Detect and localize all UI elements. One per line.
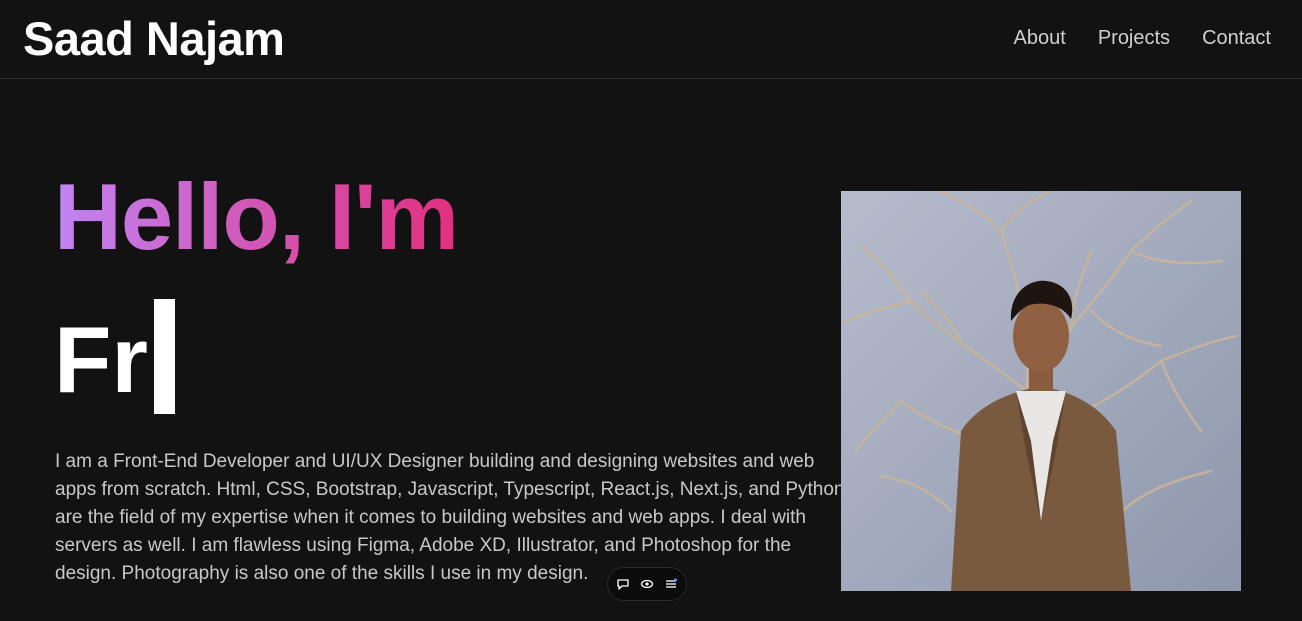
hero-greeting: Hello, I'm [54,162,459,272]
hero-bio: I am a Front-End Developer and UI/UX Des… [55,451,845,584]
nav-link-contact[interactable]: Contact [1202,24,1271,52]
eye-icon[interactable] [640,577,654,591]
hero-typing-text: Fr [54,298,175,415]
comment-icon[interactable] [616,577,630,591]
menu-icon[interactable] [664,577,678,591]
nav-links: About Projects Contact [1014,24,1271,52]
typing-cursor [154,298,175,414]
profile-photo [841,191,1241,591]
brand-logo[interactable]: Saad Najam [23,11,285,67]
navbar: Saad Najam About Projects Contact [0,0,1302,79]
typing-text: Fr [54,307,148,412]
floating-toolbar [607,567,687,601]
profile-photo-illustration [841,191,1241,591]
nav-link-about[interactable]: About [1014,24,1066,52]
nav-link-projects[interactable]: Projects [1098,24,1170,52]
